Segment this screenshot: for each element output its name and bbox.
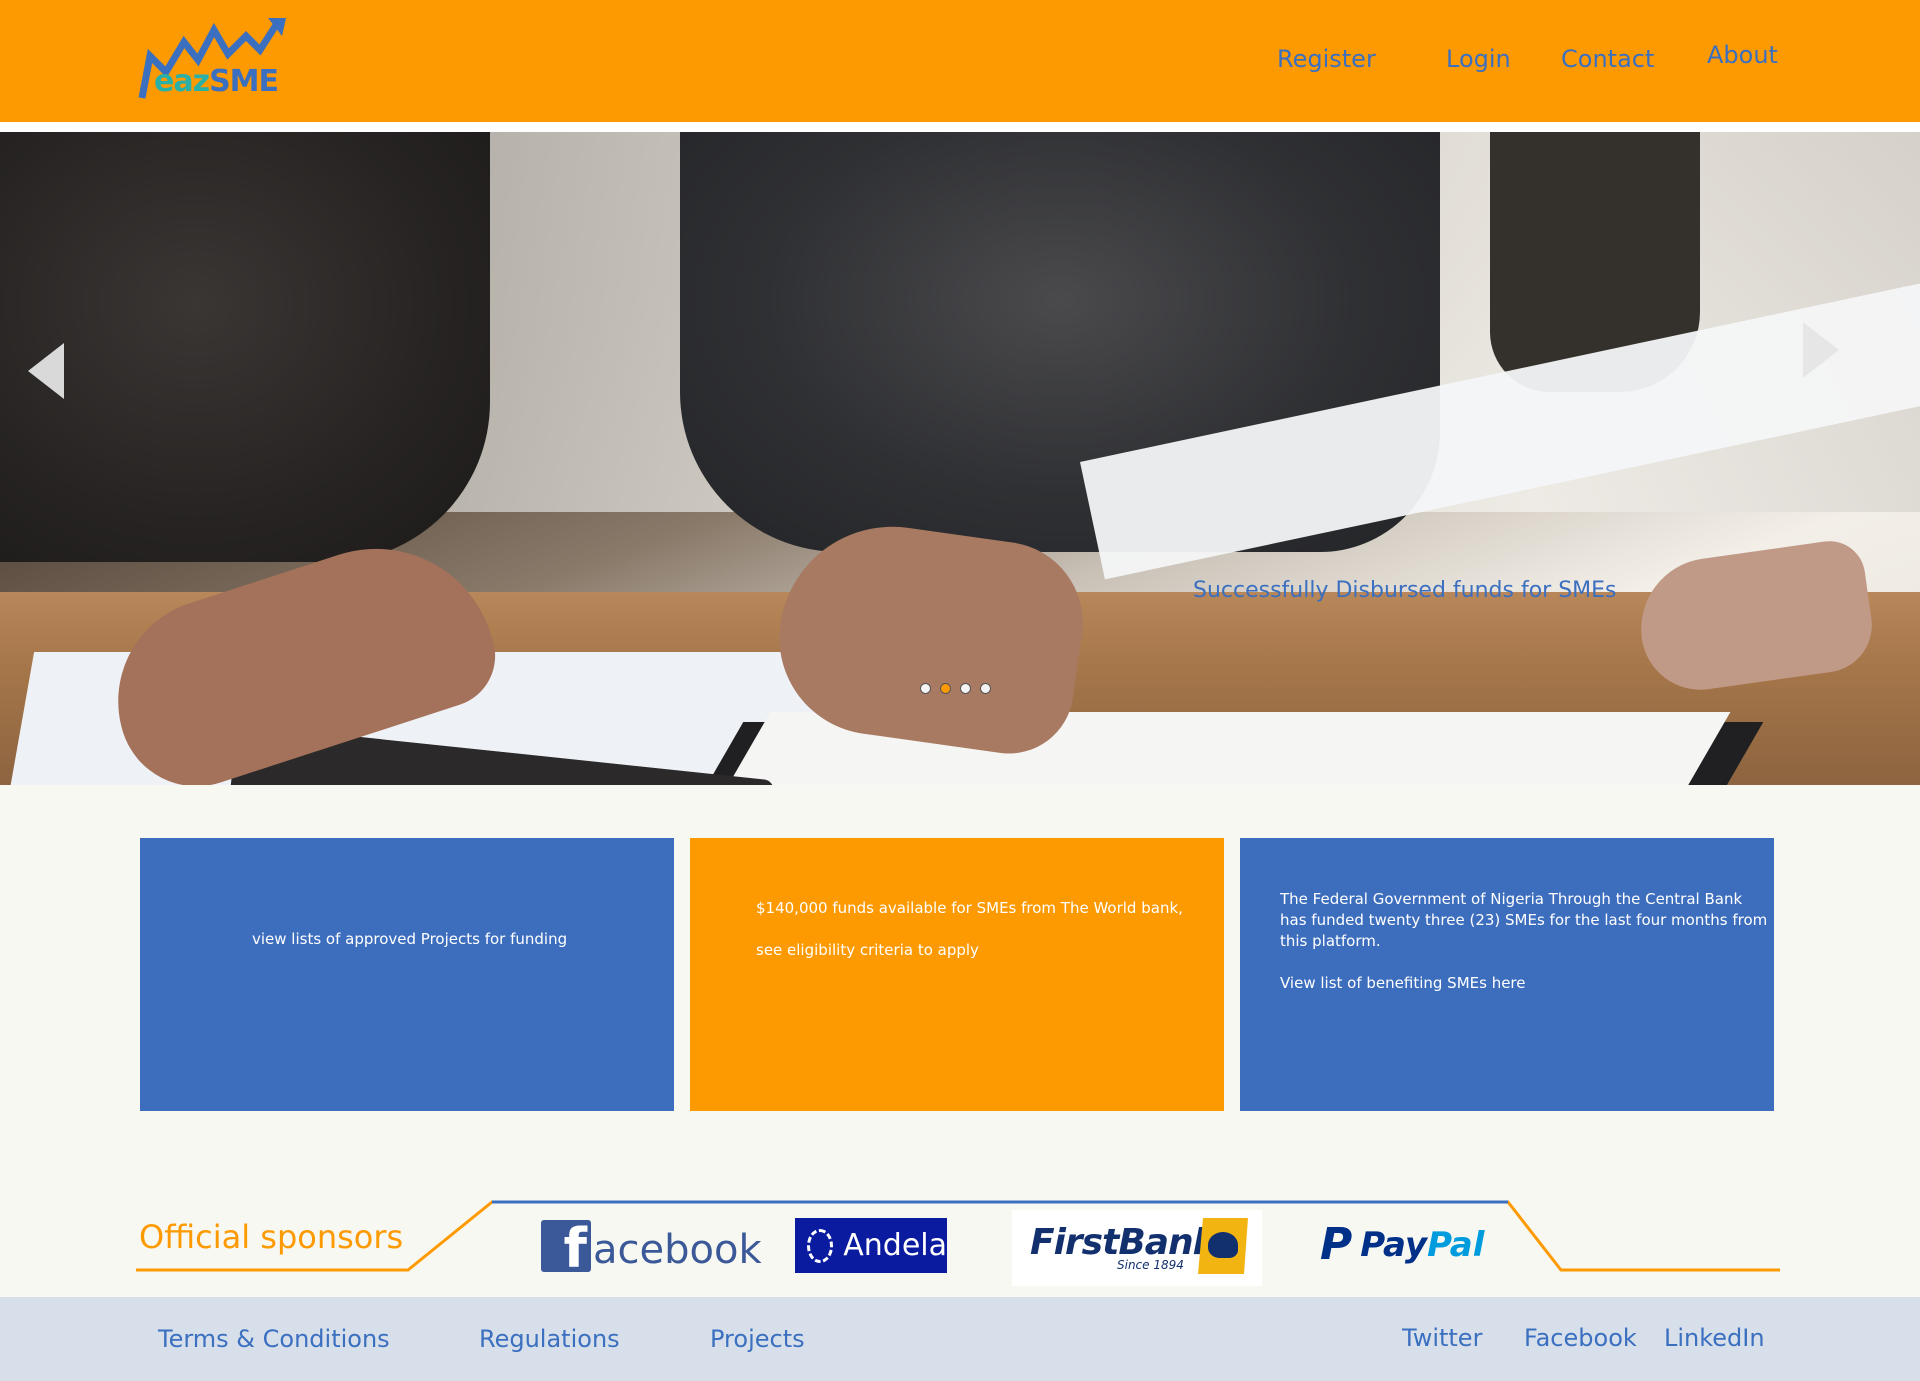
- site-header: eazSME Register Login Contact About: [0, 0, 1920, 122]
- eligibility-criteria-link[interactable]: see eligibility criteria to apply: [756, 940, 979, 961]
- firstbank-since: Since 1894: [1117, 1258, 1184, 1272]
- world-bank-funds-card[interactable]: $140,000 funds available for SMEs from T…: [690, 838, 1224, 1111]
- site-footer: Terms & Conditions Regulations Projects …: [0, 1297, 1920, 1381]
- nav-about-link[interactable]: About: [1707, 41, 1778, 69]
- paypal-wordmark: PayPal: [1360, 1225, 1484, 1265]
- elephant-icon: [1198, 1218, 1248, 1274]
- nav-contact-link[interactable]: Contact: [1561, 45, 1654, 73]
- footer-facebook-link[interactable]: Facebook: [1524, 1324, 1637, 1352]
- nav-register-link[interactable]: Register: [1277, 45, 1376, 73]
- fg-funded-text-line2: has funded twenty three (23) SMEs for th…: [1280, 911, 1768, 929]
- footer-twitter-link[interactable]: Twitter: [1402, 1324, 1482, 1352]
- andela-wordmark: Andela: [843, 1228, 947, 1263]
- andela-sponsor-logo[interactable]: Andela: [795, 1218, 947, 1273]
- approved-projects-text: view lists of approved Projects for fund…: [252, 930, 568, 948]
- fg-funded-text-line1: The Federal Government of Nigeria Throug…: [1280, 890, 1743, 908]
- carousel-dot-1[interactable]: [920, 683, 931, 694]
- sponsors-title: Official sponsors: [139, 1218, 404, 1256]
- fg-funded-text-line3: this platform.: [1280, 932, 1381, 950]
- eazsme-logo[interactable]: eazSME: [136, 16, 286, 102]
- carousel-next-icon[interactable]: [1803, 322, 1839, 378]
- footer-projects-link[interactable]: Projects: [710, 1325, 805, 1353]
- facebook-wordmark: acebook: [593, 1227, 762, 1273]
- firstbank-sponsor-logo[interactable]: FirstBank Since 1894: [1012, 1210, 1262, 1286]
- facebook-icon: f: [541, 1220, 591, 1272]
- hero-caption: Successfully Disbursed funds for SMEs: [1193, 578, 1617, 603]
- andela-icon: [807, 1228, 834, 1263]
- hero-photo-person-left: [0, 132, 490, 562]
- logo-text-eaz: eaz: [154, 64, 210, 99]
- footer-terms-link[interactable]: Terms & Conditions: [158, 1325, 390, 1353]
- carousel-dot-2[interactable]: [940, 683, 951, 694]
- carousel-dot-3[interactable]: [960, 683, 971, 694]
- footer-regulations-link[interactable]: Regulations: [479, 1325, 620, 1353]
- approved-projects-card[interactable]: view lists of approved Projects for fund…: [140, 838, 674, 1111]
- paypal-wordmark-pal: Pal: [1427, 1225, 1485, 1265]
- firstbank-wordmark: FirstBank: [1030, 1222, 1217, 1263]
- world-bank-funds-text: $140,000 funds available for SMEs from T…: [756, 899, 1183, 917]
- footer-linkedin-link[interactable]: LinkedIn: [1664, 1324, 1765, 1352]
- paypal-wordmark-pay: Pay: [1360, 1225, 1428, 1265]
- logo-wordmark: eazSME: [154, 64, 279, 99]
- header-divider: [0, 122, 1920, 132]
- logo-text-sme: SME: [209, 64, 279, 99]
- carousel-indicators: [920, 683, 991, 694]
- paypal-icon: P: [1320, 1219, 1353, 1270]
- nav-login-link[interactable]: Login: [1446, 45, 1511, 73]
- fg-funded-smes-card[interactable]: The Federal Government of Nigeria Throug…: [1240, 838, 1774, 1111]
- facebook-sponsor-logo[interactable]: f acebook: [541, 1218, 762, 1272]
- benefiting-smes-link[interactable]: View list of benefiting SMEs here: [1280, 973, 1526, 994]
- carousel-dot-4[interactable]: [980, 683, 991, 694]
- carousel-prev-icon[interactable]: [28, 343, 64, 399]
- paypal-sponsor-logo[interactable]: P PayPal: [1320, 1218, 1484, 1272]
